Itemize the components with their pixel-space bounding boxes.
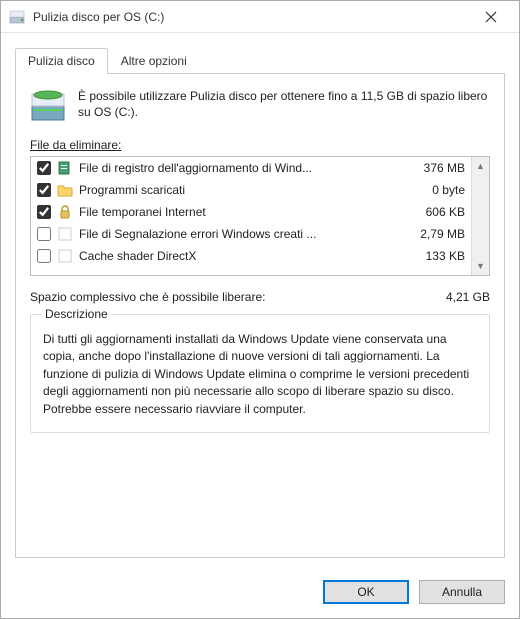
file-checkbox[interactable]	[37, 205, 51, 219]
file-checkbox[interactable]	[37, 249, 51, 263]
file-size: 606 KB	[405, 205, 465, 219]
file-size: 376 MB	[405, 161, 465, 175]
file-name: Cache shader DirectX	[79, 249, 399, 263]
ok-button[interactable]: OK	[323, 580, 409, 604]
description-group: Descrizione Di tutti gli aggiornamenti i…	[30, 314, 490, 433]
lock-icon	[57, 204, 73, 220]
file-row[interactable]: File di registro dell'aggiornamento di W…	[31, 157, 471, 179]
file-row[interactable]: File temporanei Internet 606 KB	[31, 201, 471, 223]
scrollbar[interactable]: ▲ ▼	[471, 157, 489, 275]
blank-icon	[57, 226, 73, 242]
scroll-up-icon[interactable]: ▲	[472, 157, 489, 175]
file-checkbox[interactable]	[37, 161, 51, 175]
scroll-down-icon[interactable]: ▼	[472, 257, 489, 275]
description-legend: Descrizione	[41, 307, 112, 321]
file-name: Programmi scaricati	[79, 183, 399, 197]
tabs: Pulizia disco Altre opzioni	[15, 47, 505, 74]
close-button[interactable]	[471, 3, 511, 31]
totals-value: 4,21 GB	[446, 290, 490, 304]
scroll-track[interactable]	[472, 175, 489, 257]
app-icon	[9, 9, 25, 25]
file-row[interactable]: File di Segnalazione errori Windows crea…	[31, 223, 471, 245]
description-body: Di tutti gli aggiornamenti installati da…	[43, 331, 477, 418]
folder-icon	[57, 182, 73, 198]
file-size: 2,79 MB	[405, 227, 465, 241]
totals-row: Spazio complessivo che è possibile liber…	[30, 290, 490, 304]
intro-row: È possibile utilizzare Pulizia disco per…	[30, 88, 490, 124]
file-checkbox[interactable]	[37, 183, 51, 197]
file-name: File di registro dell'aggiornamento di W…	[79, 161, 399, 175]
file-checkbox[interactable]	[37, 227, 51, 241]
blank-icon	[57, 248, 73, 264]
tab-more-options[interactable]: Altre opzioni	[108, 48, 200, 74]
button-row: OK Annulla	[1, 570, 519, 618]
titlebar: Pulizia disco per OS (C:)	[1, 1, 519, 33]
file-name: File di Segnalazione errori Windows crea…	[79, 227, 399, 241]
disk-icon	[30, 88, 66, 124]
doc-icon	[57, 160, 73, 176]
window-title: Pulizia disco per OS (C:)	[33, 10, 471, 24]
files-label: File da eliminare:	[30, 138, 490, 152]
cancel-button[interactable]: Annulla	[419, 580, 505, 604]
file-row[interactable]: Programmi scaricati 0 byte	[31, 179, 471, 201]
file-row[interactable]: Cache shader DirectX 133 KB	[31, 245, 471, 267]
file-size: 133 KB	[405, 249, 465, 263]
intro-text: È possibile utilizzare Pulizia disco per…	[78, 88, 490, 124]
file-name: File temporanei Internet	[79, 205, 399, 219]
tab-panel: È possibile utilizzare Pulizia disco per…	[15, 74, 505, 558]
tab-disk-cleanup[interactable]: Pulizia disco	[15, 48, 108, 74]
file-list: File di registro dell'aggiornamento di W…	[30, 156, 490, 276]
totals-label: Spazio complessivo che è possibile liber…	[30, 290, 265, 304]
file-size: 0 byte	[405, 183, 465, 197]
